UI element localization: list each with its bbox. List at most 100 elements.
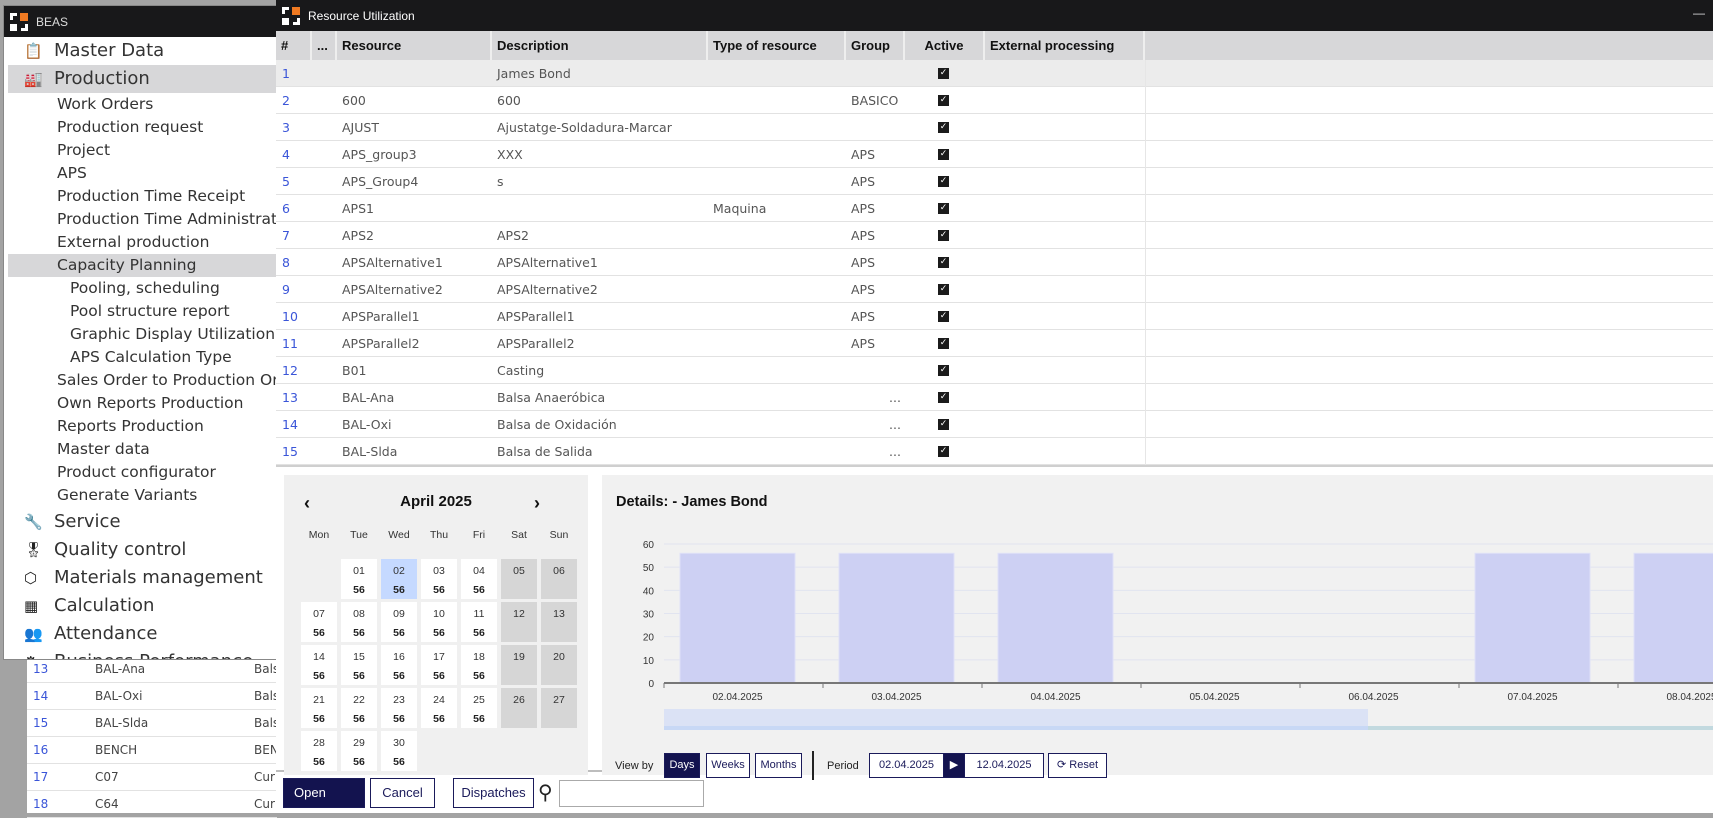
- table-row[interactable]: 13 BAL-Ana Balsa Anaeróbica... ✓: [276, 384, 1713, 411]
- menu-item-capacity-planning[interactable]: Capacity Planning: [8, 254, 276, 277]
- menu-item-materials-management[interactable]: ⬡ Materials management: [8, 564, 276, 592]
- table-row[interactable]: 15 BAL-Slda Balsa de Salida... ✓: [276, 438, 1713, 465]
- active-checkbox[interactable]: ✓: [938, 284, 949, 295]
- calendar-day[interactable]: 07 56: [301, 602, 337, 642]
- cancel-button[interactable]: Cancel: [370, 778, 435, 808]
- calendar-day[interactable]: 30 56: [381, 731, 417, 771]
- table-row[interactable]: 17 C07 Cur: [27, 764, 277, 791]
- calendar-day[interactable]: 17 56: [421, 645, 457, 685]
- menu-item-external-production[interactable]: External production: [8, 231, 276, 254]
- column-header[interactable]: ...: [312, 31, 337, 60]
- menu-item-generate-variants[interactable]: Generate Variants: [8, 484, 276, 507]
- calendar-day[interactable]: 26: [501, 688, 537, 728]
- column-header[interactable]: Group: [846, 31, 905, 60]
- column-header[interactable]: Resource: [337, 31, 492, 60]
- table-row[interactable]: 9 APSAlternative2 APSAlternative2 APS ✓: [276, 276, 1713, 303]
- menu-item-own-reports-production[interactable]: Own Reports Production: [8, 392, 276, 415]
- calendar-day[interactable]: 06: [541, 559, 577, 599]
- calendar-day[interactable]: 12: [501, 602, 537, 642]
- calendar-day[interactable]: 04 56: [461, 559, 497, 599]
- table-row[interactable]: 15 BAL-Slda Bals: [27, 710, 279, 737]
- calendar-day[interactable]: 29 56: [341, 731, 377, 771]
- calendar-day[interactable]: 27: [541, 688, 577, 728]
- calendar-day[interactable]: 24 56: [421, 688, 457, 728]
- active-checkbox[interactable]: ✓: [938, 176, 949, 187]
- calendar-day[interactable]: 11 56: [461, 602, 497, 642]
- minimize-button[interactable]: —: [1693, 6, 1705, 20]
- table-row[interactable]: 18 C64 Cur: [27, 791, 277, 818]
- calendar-day[interactable]: 15 56: [341, 645, 377, 685]
- calendar-day[interactable]: 28 56: [301, 731, 337, 771]
- period-to-field[interactable]: 12.04.2025: [964, 753, 1044, 778]
- menu-item-pool-structure-report[interactable]: Pool structure report: [8, 300, 276, 323]
- menu-item-master-data[interactable]: Master data: [8, 438, 276, 461]
- column-header[interactable]: Type of resource: [708, 31, 846, 60]
- table-row[interactable]: 5 APS_Group4 s APS ✓: [276, 168, 1713, 195]
- table-row[interactable]: 6 APS1 Maquina APS ✓: [276, 195, 1713, 222]
- active-checkbox[interactable]: ✓: [938, 122, 949, 133]
- calendar-day[interactable]: 23 56: [381, 688, 417, 728]
- play-arrow-icon[interactable]: ▶: [943, 753, 965, 778]
- menu-item-aps-calculation-type[interactable]: APS Calculation Type: [8, 346, 276, 369]
- calendar-day[interactable]: 22 56: [341, 688, 377, 728]
- menu-item-aps[interactable]: APS: [8, 162, 276, 185]
- months-button[interactable]: Months: [755, 753, 802, 778]
- table-row[interactable]: 11 APSParallel2 APSParallel2 APS ✓: [276, 330, 1713, 357]
- menu-item-business-performance[interactable]: ⚙ Business Performance: [8, 648, 276, 659]
- dispatches-button[interactable]: Dispatches: [453, 778, 534, 808]
- calendar-day[interactable]: 14 56: [301, 645, 337, 685]
- column-header[interactable]: Active: [905, 31, 985, 60]
- menu-item-quality-control[interactable]: 🎖 Quality control: [8, 536, 276, 564]
- calendar-day[interactable]: 13: [541, 602, 577, 642]
- calendar-day[interactable]: 19: [501, 645, 537, 685]
- active-checkbox[interactable]: ✓: [938, 365, 949, 376]
- calendar-day[interactable]: 09 56: [381, 602, 417, 642]
- table-row[interactable]: 14 BAL-Oxi Bals: [27, 683, 279, 710]
- menu-item-master-data[interactable]: 📋 Master Data: [8, 37, 276, 65]
- active-checkbox[interactable]: ✓: [938, 446, 949, 457]
- active-checkbox[interactable]: ✓: [938, 311, 949, 322]
- menu-item-production-time-receipt[interactable]: Production Time Receipt: [8, 185, 276, 208]
- calendar-day[interactable]: 08 56: [341, 602, 377, 642]
- reset-button[interactable]: ⟳ Reset: [1048, 753, 1107, 778]
- menu-item-reports-production[interactable]: Reports Production: [8, 415, 276, 438]
- table-row[interactable]: 3 AJUST Ajustatge-Soldadura-Marcar ✓: [276, 114, 1713, 141]
- calendar-day[interactable]: 25 56: [461, 688, 497, 728]
- calendar-day[interactable]: 05: [501, 559, 537, 599]
- menu-item-work-orders[interactable]: Work Orders: [8, 93, 276, 116]
- table-row[interactable]: 7 APS2 APS2 APS ✓: [276, 222, 1713, 249]
- open-button[interactable]: Open: [283, 778, 365, 808]
- active-checkbox[interactable]: ✓: [938, 68, 949, 79]
- table-row[interactable]: 8 APSAlternative1 APSAlternative1 APS ✓: [276, 249, 1713, 276]
- menu-item-project[interactable]: Project: [8, 139, 276, 162]
- table-row[interactable]: 12 B01 Casting ✓: [276, 357, 1713, 384]
- menu-item-production-request[interactable]: Production request: [8, 116, 276, 139]
- table-row[interactable]: 2 600 600 BASICO ✓: [276, 87, 1713, 114]
- menu-item-graphic-display-utilization[interactable]: Graphic Display Utilization: [8, 323, 276, 346]
- column-header[interactable]: External processing: [985, 31, 1145, 60]
- column-header[interactable]: Description: [492, 31, 708, 60]
- calendar-day[interactable]: 10 56: [421, 602, 457, 642]
- active-checkbox[interactable]: ✓: [938, 203, 949, 214]
- calendar-day[interactable]: 02 56: [381, 559, 417, 599]
- days-button[interactable]: Days: [664, 753, 700, 778]
- calendar-day[interactable]: 03 56: [421, 559, 457, 599]
- active-checkbox[interactable]: ✓: [938, 419, 949, 430]
- menu-item-attendance[interactable]: 👥 Attendance: [8, 620, 276, 648]
- table-row[interactable]: 16 BENCH BEN: [27, 737, 279, 764]
- calendar-day[interactable]: 21 56: [301, 688, 337, 728]
- menu-item-production-time-administration[interactable]: Production Time Administration: [8, 208, 276, 231]
- menu-item-service[interactable]: 🔧 Service: [8, 508, 276, 536]
- weeks-button[interactable]: Weeks: [706, 753, 750, 778]
- calendar-day[interactable]: 18 56: [461, 645, 497, 685]
- table-row[interactable]: 4 APS_group3 XXX APS ✓: [276, 141, 1713, 168]
- menu-item-sales-order-to-production-order[interactable]: Sales Order to Production Order: [8, 369, 276, 392]
- calendar-day[interactable]: 01 56: [341, 559, 377, 599]
- next-month-button[interactable]: ›: [534, 493, 540, 514]
- period-from-field[interactable]: 02.04.2025: [869, 753, 944, 778]
- menu-item-product-configurator[interactable]: Product configurator: [8, 461, 276, 484]
- calendar-day[interactable]: 20: [541, 645, 577, 685]
- active-checkbox[interactable]: ✓: [938, 338, 949, 349]
- calendar-day[interactable]: 16 56: [381, 645, 417, 685]
- column-header[interactable]: #: [276, 31, 312, 60]
